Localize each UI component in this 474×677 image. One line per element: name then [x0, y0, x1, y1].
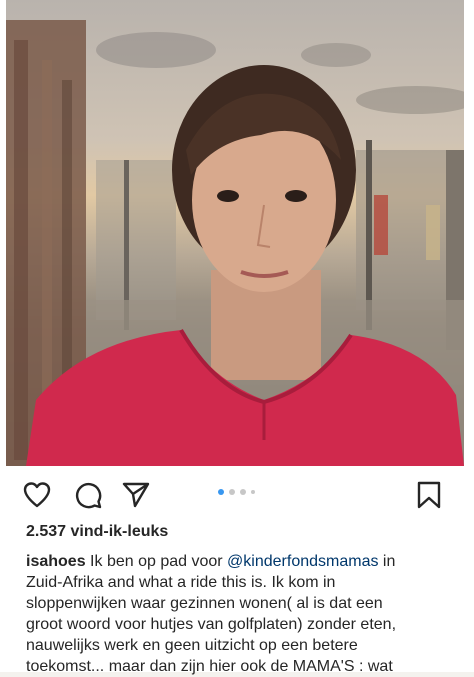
send-icon	[122, 482, 150, 508]
save-button[interactable]	[414, 480, 444, 510]
comment-icon	[75, 482, 102, 509]
caption-line: isahoes Ik ben op pad voor @kinderfondsm…	[26, 551, 456, 572]
share-button[interactable]	[121, 480, 151, 510]
caption-line: groot woord voor hutjes van golfplaten) …	[26, 616, 397, 633]
like-button[interactable]	[22, 480, 52, 510]
comment-button[interactable]	[73, 480, 103, 510]
mention-link[interactable]: @kinderfondsmamas	[227, 553, 378, 570]
caption-line: sloppenwijken waar gezinnen wonen( al is…	[26, 595, 383, 612]
post-username[interactable]: isahoes	[26, 553, 86, 570]
caption-text: Ik ben op pad voor	[90, 553, 223, 570]
selfie-image	[6, 20, 464, 466]
bookmark-icon	[417, 481, 441, 509]
carousel-dot	[240, 489, 246, 495]
caption-line: Zuid-Afrika and what a ride this is. Ik …	[26, 574, 336, 591]
post-photo[interactable]	[6, 0, 464, 466]
carousel-dot	[218, 489, 224, 495]
heart-icon	[23, 482, 51, 508]
post-caption: isahoes Ik ben op pad voor @kinderfondsm…	[26, 551, 456, 677]
post-frame: 2.537 vind-ik-leuks isahoes Ik ben op pa…	[0, 0, 474, 675]
caption-line: toekomst... maar dan zijn hier ook de MA…	[26, 658, 393, 675]
carousel-dot	[229, 489, 235, 495]
carousel-indicator	[218, 488, 255, 496]
carousel-dot	[251, 490, 255, 494]
caption-text: in	[382, 553, 396, 570]
caption-line: nauwelijks werk en geen uitzicht op een …	[26, 637, 358, 654]
likes-count[interactable]: 2.537 vind-ik-leuks	[26, 523, 168, 541]
